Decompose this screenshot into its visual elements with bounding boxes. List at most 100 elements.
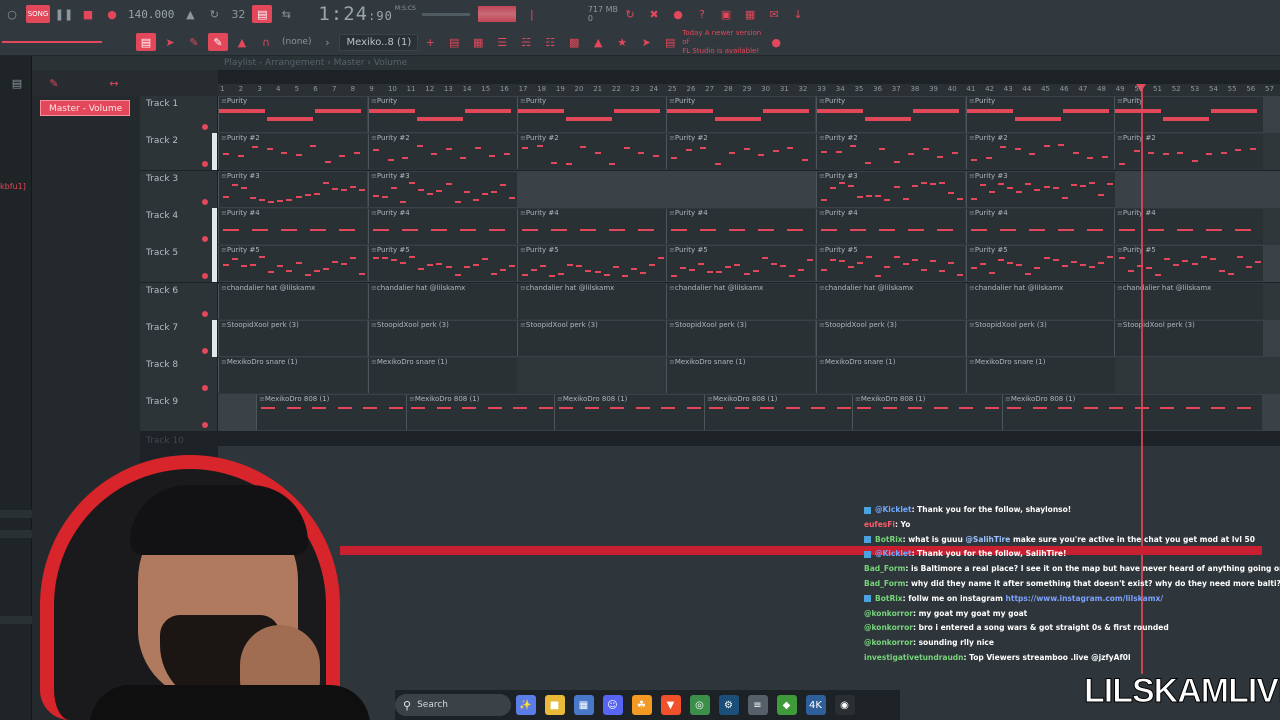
track-lane[interactable]: MexikoDro 808 (1) MexikoDro 808 (1) Mexiko… [218,394,1280,432]
pattern-clip[interactable]: Purity #4 [218,208,367,244]
pattern-clip[interactable]: Purity #5 [966,246,1115,282]
tempo-tapper-icon[interactable]: ▲ [588,33,608,51]
timeline-ruler[interactable]: 1 2 3 4 5 6 7 8 9 10 11 12 13 14 15 16 17 18 19 20 21 22 23 24 2… [218,84,1280,96]
pattern-clip[interactable]: StoopidXool perk (3) [1114,320,1263,356]
track-mute-led[interactable] [202,385,208,392]
track-header[interactable]: Track 6 [140,282,218,320]
pattern-clip[interactable]: Purity #2 [368,134,517,170]
pattern-clip[interactable]: MexikoDro 808 (1) [1002,395,1262,431]
arrow-left-icon[interactable]: › [317,33,337,51]
master-volume-slider[interactable] [421,12,470,16]
playlist-icon[interactable]: ▤ [444,33,464,51]
track-header[interactable]: Track 3 [140,170,218,208]
master-pitch-knob[interactable]: | [522,5,542,23]
pattern-clip[interactable]: Purity [218,97,367,132]
paint-tool-icon[interactable]: ✎ [208,33,228,51]
fl-studio-icon[interactable]: ☘ [631,695,652,715]
track-lane[interactable]: Purity #2 Purity #2 Purity #2 Purity #2 Puri… [218,133,1280,171]
discord-icon[interactable]: ☺ [602,695,623,715]
chat-username[interactable]: @Kicklet [875,549,912,558]
save-icon[interactable]: ▣ [716,5,736,23]
track-mute-led[interactable] [202,161,208,168]
pattern-clip[interactable]: StoopidXool perk (3) [368,320,517,356]
playlist-title-bar[interactable]: Playlist - Arrangement › Master › Volume [32,56,1280,70]
step-edit-icon[interactable]: 32 [228,5,248,23]
pattern-clip[interactable]: chandalier hat @lilskamx [816,283,965,319]
pattern-clip[interactable]: Purity #2 [666,134,815,170]
pattern-clip[interactable]: chandalier hat @lilskamx [966,283,1115,319]
typing-keyboard-icon[interactable]: ▤ [252,5,273,23]
track-header[interactable]: Track 2 [140,133,218,171]
piano-roll-window-icon[interactable]: ▦ [468,33,488,51]
pattern-clip[interactable]: MexikoDro snare (1) [218,358,367,394]
steam-icon[interactable]: ⚙ [718,695,739,715]
pattern-clip[interactable]: StoopidXool perk (3) [218,320,367,356]
update-icon[interactable]: ● [766,33,786,51]
chat-username[interactable]: @konkorror [864,623,913,632]
project-picker-icon[interactable]: ▤ [660,33,680,51]
chrome-icon[interactable]: ◎ [689,695,710,715]
track-mute-led[interactable] [202,422,208,429]
pattern-clip[interactable]: Purity [966,97,1115,132]
browser-icon[interactable]: ☰ [492,33,512,51]
metronome-icon[interactable]: ▲ [180,5,200,23]
track-header[interactable]: Track 9 [140,394,218,432]
pattern-clip[interactable]: Purity [816,97,965,132]
chat-username[interactable]: Bad_Form [864,579,905,588]
pattern-clip[interactable]: Purity #3 [218,171,367,207]
pattern-clip[interactable]: Purity #5 [368,246,517,282]
pattern-clip[interactable]: StoopidXool perk (3) [666,320,815,356]
track-lane[interactable]: Purity #4 Purity #4 Purity #4 Purity #4 Puri… [218,207,1280,245]
track-lane[interactable]: MexikoDro snare (1) MexikoDro snare (1) Me… [218,357,1280,395]
piano-roll-icon[interactable]: ▦ [740,5,760,23]
track-header[interactable]: Track 7 [140,319,218,357]
obs-icon[interactable]: ◉ [834,695,855,715]
pattern-clip[interactable]: Purity [1114,97,1263,132]
magnet-icon[interactable]: ∩ [256,33,276,51]
pattern-clip[interactable]: Purity #3 [368,171,517,207]
track-mute-led[interactable] [202,347,208,354]
track-mute-led[interactable] [202,198,208,205]
chat-mention[interactable]: @SalihTire [965,535,1010,544]
pattern-clip[interactable]: chandalier hat @lilskamx [517,283,666,319]
track-lane[interactable]: chandalier hat @lilskamx chandalier hat @… [218,282,1280,320]
chat-username[interactable]: investigativetundraudn [864,653,964,662]
plugin-icon[interactable]: ▩ [564,33,584,51]
file-explorer-icon[interactable]: ■ [544,695,565,715]
pattern-clip[interactable]: Purity #5 [1114,246,1263,282]
pattern-clip[interactable]: Purity #4 [1114,208,1263,244]
pattern-clip[interactable]: Purity [517,97,666,132]
touch-controller-icon[interactable]: ➤ [636,33,656,51]
pattern-clip[interactable]: Purity #2 [1114,134,1263,170]
pattern-clip[interactable]: MexikoDro snare (1) [966,358,1115,394]
pattern-selector[interactable]: Mexiko..8 (1) [339,33,419,51]
pattern-clip[interactable]: StoopidXool perk (3) [517,320,666,356]
track-header[interactable]: Track 5 [140,245,218,283]
song-mode-button[interactable]: SONG [26,5,50,23]
pattern-clip[interactable]: Purity #5 [816,246,965,282]
chat-username[interactable]: BotRix [875,535,903,544]
countdown-icon[interactable]: ⇆ [276,5,296,23]
channel-rack-icon[interactable]: ☷ [540,33,560,51]
plugin-picker-icon[interactable]: ★ [612,33,632,51]
pattern-clip[interactable]: StoopidXool perk (3) [966,320,1115,356]
track-header[interactable]: Track 1 [140,96,218,133]
help-icon[interactable]: ? [692,5,712,23]
pattern-clip[interactable]: Purity #5 [666,246,815,282]
draw-tool-icon[interactable]: ✎ [184,33,204,51]
pattern-clip[interactable]: chandalier hat @lilskamx [666,283,815,319]
pattern-clip[interactable]: MexikoDro snare (1) [368,358,517,394]
refresh-icon[interactable]: ↻ [620,5,640,23]
download-icon[interactable]: ↓ [788,5,808,23]
pause-button[interactable]: ❚❚ [54,5,74,23]
pattern-clip[interactable]: Purity #5 [218,246,367,282]
chat-username[interactable]: @Kicklet [875,505,912,514]
track-header[interactable]: Track 4 [140,207,218,245]
picker-selected-item[interactable]: Master - Volume [40,100,130,116]
track-mute-led[interactable] [202,273,208,280]
master-volume-slider-icon[interactable] [2,33,112,51]
4k-icon[interactable]: 4K [805,695,826,715]
track-lane[interactable]: StoopidXool perk (3) StoopidXool perk (3)… [218,319,1280,357]
chat-username[interactable]: BotRix [875,594,903,603]
playlist-zoom-icon[interactable]: ↔ [104,74,124,92]
